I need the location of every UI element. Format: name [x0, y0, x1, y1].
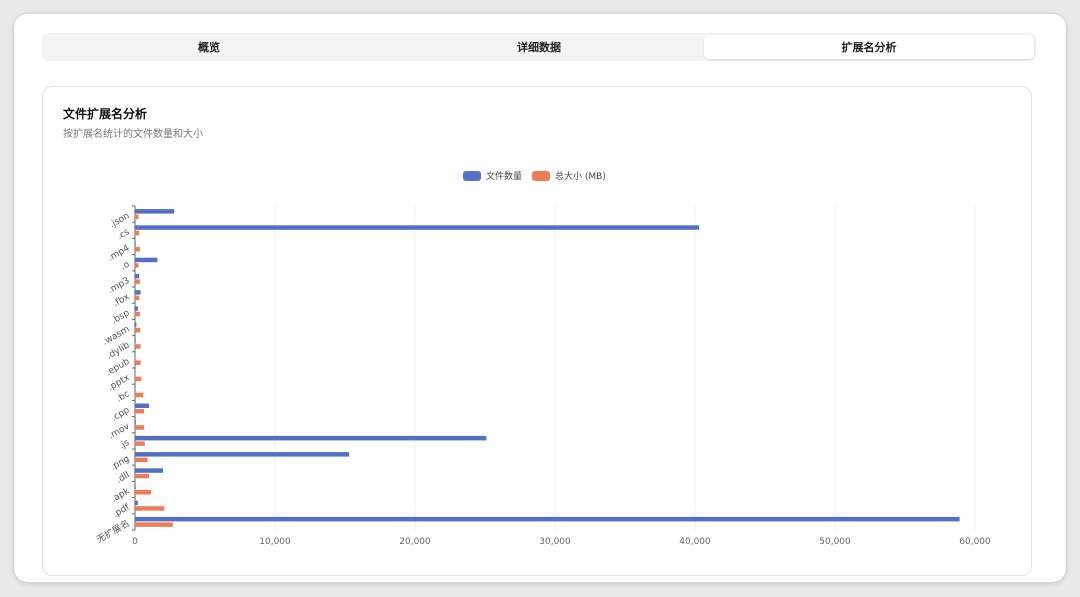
bar-total-size — [135, 490, 152, 495]
bar-total-size — [135, 279, 140, 284]
tab-overview[interactable]: 概览 — [44, 35, 374, 59]
bar-file-count — [135, 209, 175, 214]
x-tick-label: 50,000 — [819, 537, 851, 547]
tab-details[interactable]: 详细数据 — [374, 35, 704, 59]
bar-total-size — [135, 230, 140, 236]
tab-bar: 概览 详细数据 扩展名分析 — [42, 33, 1036, 61]
x-tick-label: 40,000 — [679, 537, 711, 547]
y-category-label: 无扩展名 — [94, 517, 131, 545]
bar-file-count — [135, 338, 136, 344]
bar-file-count — [135, 290, 141, 295]
bar-total-size — [135, 263, 139, 268]
y-category-label: .cs — [116, 227, 132, 242]
bar-file-count — [135, 257, 158, 263]
bar-file-count — [135, 419, 136, 425]
bar-file-count — [135, 241, 136, 246]
bar-file-count — [135, 387, 136, 392]
bar-file-count — [135, 516, 960, 522]
bar-file-count — [135, 403, 149, 408]
bar-total-size — [135, 441, 145, 446]
bar-file-count — [135, 322, 137, 327]
y-category-label: .apk — [110, 486, 132, 505]
y-category-label: .cpp — [110, 405, 132, 423]
bar-file-count — [135, 468, 163, 473]
y-category-label: .fbx — [112, 292, 132, 310]
bar-total-size — [135, 311, 140, 317]
bar-total-size — [135, 473, 149, 479]
bar-total-size — [135, 247, 140, 252]
bar-total-size — [135, 522, 173, 527]
bar-total-size — [135, 328, 141, 333]
y-category-label: .mp4 — [107, 243, 132, 263]
tab-extension-analysis[interactable]: 扩展名分析 — [704, 35, 1034, 59]
bar-file-count — [135, 306, 138, 311]
bar-total-size — [135, 295, 140, 301]
bar-total-size — [135, 457, 148, 463]
bar-total-size — [135, 344, 141, 349]
x-tick-label: 30,000 — [539, 537, 571, 547]
y-category-label: .json — [108, 211, 131, 230]
app-window: 概览 详细数据 扩展名分析 文件扩展名分析 按扩展名统计的文件数量和大小 文件数… — [14, 14, 1066, 582]
bar-file-count — [135, 500, 138, 506]
y-category-label: .js — [118, 438, 132, 452]
y-category-label: .png — [109, 454, 131, 473]
x-tick-label: 0 — [132, 537, 138, 547]
bar-total-size — [135, 506, 165, 511]
bar-total-size — [135, 425, 145, 430]
x-tick-label: 10,000 — [259, 537, 291, 547]
bar-file-count — [135, 273, 140, 279]
bar-file-count — [135, 354, 136, 360]
bar-total-size — [135, 376, 142, 382]
y-category-label: .mov — [107, 421, 132, 441]
y-category-label: .bsp — [110, 308, 132, 326]
bar-total-size — [135, 214, 139, 220]
y-category-label: .mp3 — [107, 276, 132, 296]
bar-file-count — [135, 371, 136, 376]
x-tick-label: 20,000 — [399, 537, 431, 547]
y-category-label: .dll — [115, 470, 132, 485]
bar-total-size — [135, 392, 144, 398]
bar-file-count — [135, 452, 350, 457]
y-category-label: .o — [119, 259, 132, 272]
bar-file-count — [135, 435, 487, 441]
chart-card: 文件扩展名分析 按扩展名统计的文件数量和大小 文件数量 总大小 (MB) 0 10… — [42, 86, 1032, 576]
bar-chart: 0 10,000 20,000 30,000 40,000 50,000 60,000 .js… — [94, 205, 991, 547]
x-tick-label: 60,000 — [959, 537, 991, 547]
y-category-label: .bc — [115, 389, 132, 404]
bar-file-count — [135, 484, 136, 489]
bar-file-count — [135, 225, 700, 230]
bar-total-size — [135, 360, 141, 365]
bar-total-size — [135, 409, 145, 414]
